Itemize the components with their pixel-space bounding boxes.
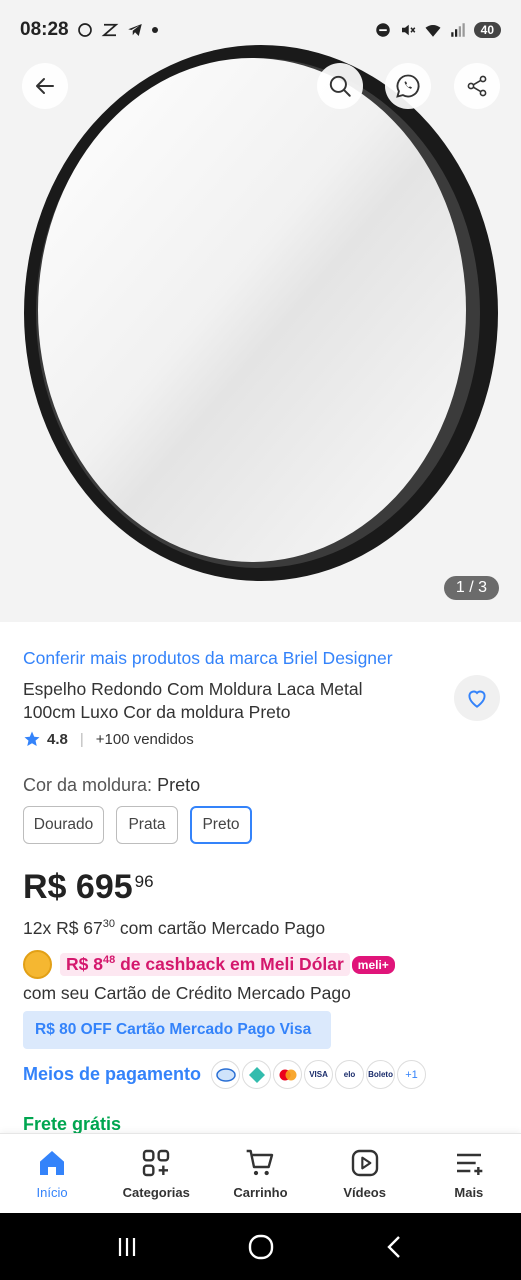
sold-count: +100 vendidos	[95, 730, 194, 748]
price-cents: 96	[134, 872, 154, 891]
nav-categorias[interactable]: Categorias	[104, 1147, 208, 1200]
notification-icon	[101, 23, 119, 37]
cashback-suffix: de cashback em Meli Dólar	[115, 954, 344, 974]
payment-row: Meios de pagamento VISA elo Boleto +1	[23, 1060, 427, 1089]
installments-cents: 30	[102, 918, 116, 931]
nav-inicio-label: Início	[36, 1185, 68, 1200]
color-option-dourado[interactable]: Dourado	[23, 806, 104, 844]
color-option-preto[interactable]: Preto	[190, 806, 252, 844]
whatsapp-share-button[interactable]	[385, 63, 431, 109]
bottom-navigation: Início Categorias Carrinho Vídeos Mais	[0, 1133, 521, 1213]
card-note: com seu Cartão de Crédito Mercado Pago	[23, 983, 351, 1003]
home-icon	[40, 1151, 65, 1175]
image-counter: 1 / 3	[443, 576, 499, 600]
search-icon	[329, 75, 351, 97]
nav-mais-label: Mais	[454, 1185, 484, 1200]
elo-icon: elo	[335, 1060, 365, 1089]
mercado-pago-icon	[211, 1060, 241, 1089]
promo-banner[interactable]: R$ 80 OFF Cartão Mercado Pago Visa	[23, 1011, 331, 1049]
back-button[interactable]	[22, 63, 68, 109]
boleto-icon: Boleto	[366, 1060, 396, 1089]
recent-apps-icon[interactable]	[114, 1234, 140, 1260]
telegram-icon	[127, 24, 142, 36]
installments-suffix: com cartão Mercado Pago	[115, 918, 326, 938]
nav-mais[interactable]: Mais	[417, 1147, 521, 1200]
cashback-text: R$ 848 de cashback em Meli Dólar	[60, 953, 350, 976]
meli-dolar-coin-icon	[23, 950, 52, 979]
pix-icon	[242, 1060, 272, 1089]
share-icon	[467, 75, 487, 97]
payment-icons[interactable]: VISA elo Boleto +1	[211, 1060, 427, 1089]
share-button[interactable]	[454, 63, 500, 109]
home-button-icon[interactable]	[247, 1233, 275, 1261]
installments: 12x R$ 6730 com cartão Mercado Pago	[23, 918, 325, 939]
nav-categorias-label: Categorias	[122, 1185, 190, 1200]
favorite-button[interactable]	[454, 675, 500, 721]
system-back-icon[interactable]	[382, 1234, 408, 1260]
status-time: 08:28	[20, 19, 69, 40]
categories-icon	[143, 1149, 170, 1177]
mirror-image	[24, 45, 498, 581]
cashback-prefix: R$ 8	[66, 954, 103, 974]
product-image-gallery[interactable]: 1 / 3	[0, 0, 521, 622]
arrow-left-icon	[36, 78, 54, 94]
nav-videos-label: Vídeos	[343, 1185, 386, 1200]
star-icon	[24, 731, 40, 747]
price-main: R$ 695	[23, 868, 133, 906]
rating-row: 4.8 | +100 vendidos	[23, 730, 194, 748]
nav-carrinho-label: Carrinho	[233, 1185, 288, 1200]
meli-plus-badge: meli+	[351, 955, 395, 974]
more-payment-methods: +1	[397, 1060, 427, 1089]
signal-icon	[450, 23, 465, 37]
play-video-icon	[351, 1149, 378, 1177]
shipping-info: Frete grátis	[23, 1114, 122, 1134]
visa-icon: VISA	[304, 1060, 334, 1089]
more-notifications-dot-icon	[151, 27, 158, 33]
cashback-cents: 48	[102, 954, 116, 967]
installments-prefix: 12x R$ 67	[23, 918, 103, 938]
nav-videos[interactable]: Vídeos	[313, 1147, 417, 1200]
color-label-value: Preto	[157, 775, 201, 795]
brand-link[interactable]: Conferir mais produtos da marca Briel De…	[23, 648, 393, 669]
color-label: Cor da moldura: Preto	[23, 775, 200, 796]
nav-carrinho[interactable]: Carrinho	[208, 1147, 312, 1200]
rating-value: 4.8	[47, 730, 68, 748]
more-menu-icon	[456, 1153, 483, 1175]
heart-icon	[468, 690, 486, 708]
whatsapp-icon	[396, 74, 420, 98]
do-not-disturb-icon	[375, 23, 390, 37]
color-option-prata[interactable]: Prata	[116, 806, 178, 844]
cart-icon	[247, 1149, 274, 1176]
system-navigation-bar	[0, 1213, 521, 1280]
color-label-text: Cor da moldura:	[23, 775, 158, 795]
product-title: Espelho Redondo Com Moldura Laca Metal 1…	[23, 679, 363, 722]
search-button[interactable]	[317, 63, 363, 109]
cashback-row: R$ 848 de cashback em Meli Dólar meli+	[23, 950, 395, 979]
mute-icon	[401, 24, 415, 36]
status-bar: 08:28 40	[0, 0, 521, 60]
battery-indicator: 40	[473, 22, 501, 38]
wifi-icon	[425, 24, 441, 37]
rating-separator: |	[79, 730, 84, 748]
mastercard-icon	[273, 1060, 303, 1089]
color-options: Dourado Prata Preto	[23, 806, 252, 844]
whatsapp-notification-icon	[77, 23, 92, 37]
price: R$ 695 96	[23, 868, 154, 907]
nav-inicio[interactable]: Início	[0, 1147, 104, 1200]
payment-methods-link[interactable]: Meios de pagamento	[23, 1064, 201, 1085]
